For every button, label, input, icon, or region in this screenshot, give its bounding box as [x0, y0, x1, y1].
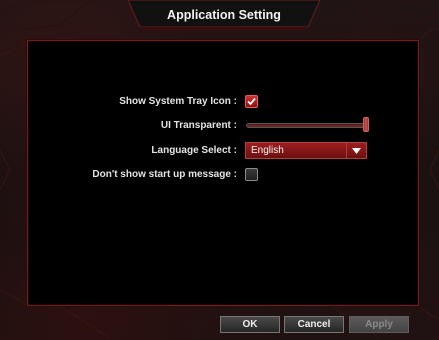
slider-fill — [247, 124, 368, 127]
apply-button[interactable]: Apply — [349, 316, 409, 333]
transparency-slider[interactable] — [246, 123, 369, 128]
ok-button[interactable]: OK — [220, 316, 280, 333]
settings-window: Application Setting Show System Tray Ico… — [0, 0, 439, 340]
dropdown-arrow-button[interactable] — [346, 143, 366, 158]
tray-icon-checkbox[interactable] — [245, 95, 258, 108]
window-title: Application Setting — [167, 8, 281, 22]
startup-message-checkbox[interactable] — [245, 168, 258, 181]
language-label: Language Select : — [151, 145, 237, 156]
startup-message-label: Don't show start up message : — [92, 169, 237, 180]
chevron-down-icon — [352, 148, 361, 154]
slider-thumb[interactable] — [363, 117, 369, 132]
language-select-value: English — [251, 145, 284, 156]
transparency-label: UI Transparent : — [160, 120, 237, 131]
tray-icon-label: Show System Tray Icon : — [119, 96, 237, 107]
check-icon — [247, 97, 256, 106]
cancel-button[interactable]: Cancel — [284, 316, 344, 333]
language-select[interactable]: English — [245, 142, 367, 159]
